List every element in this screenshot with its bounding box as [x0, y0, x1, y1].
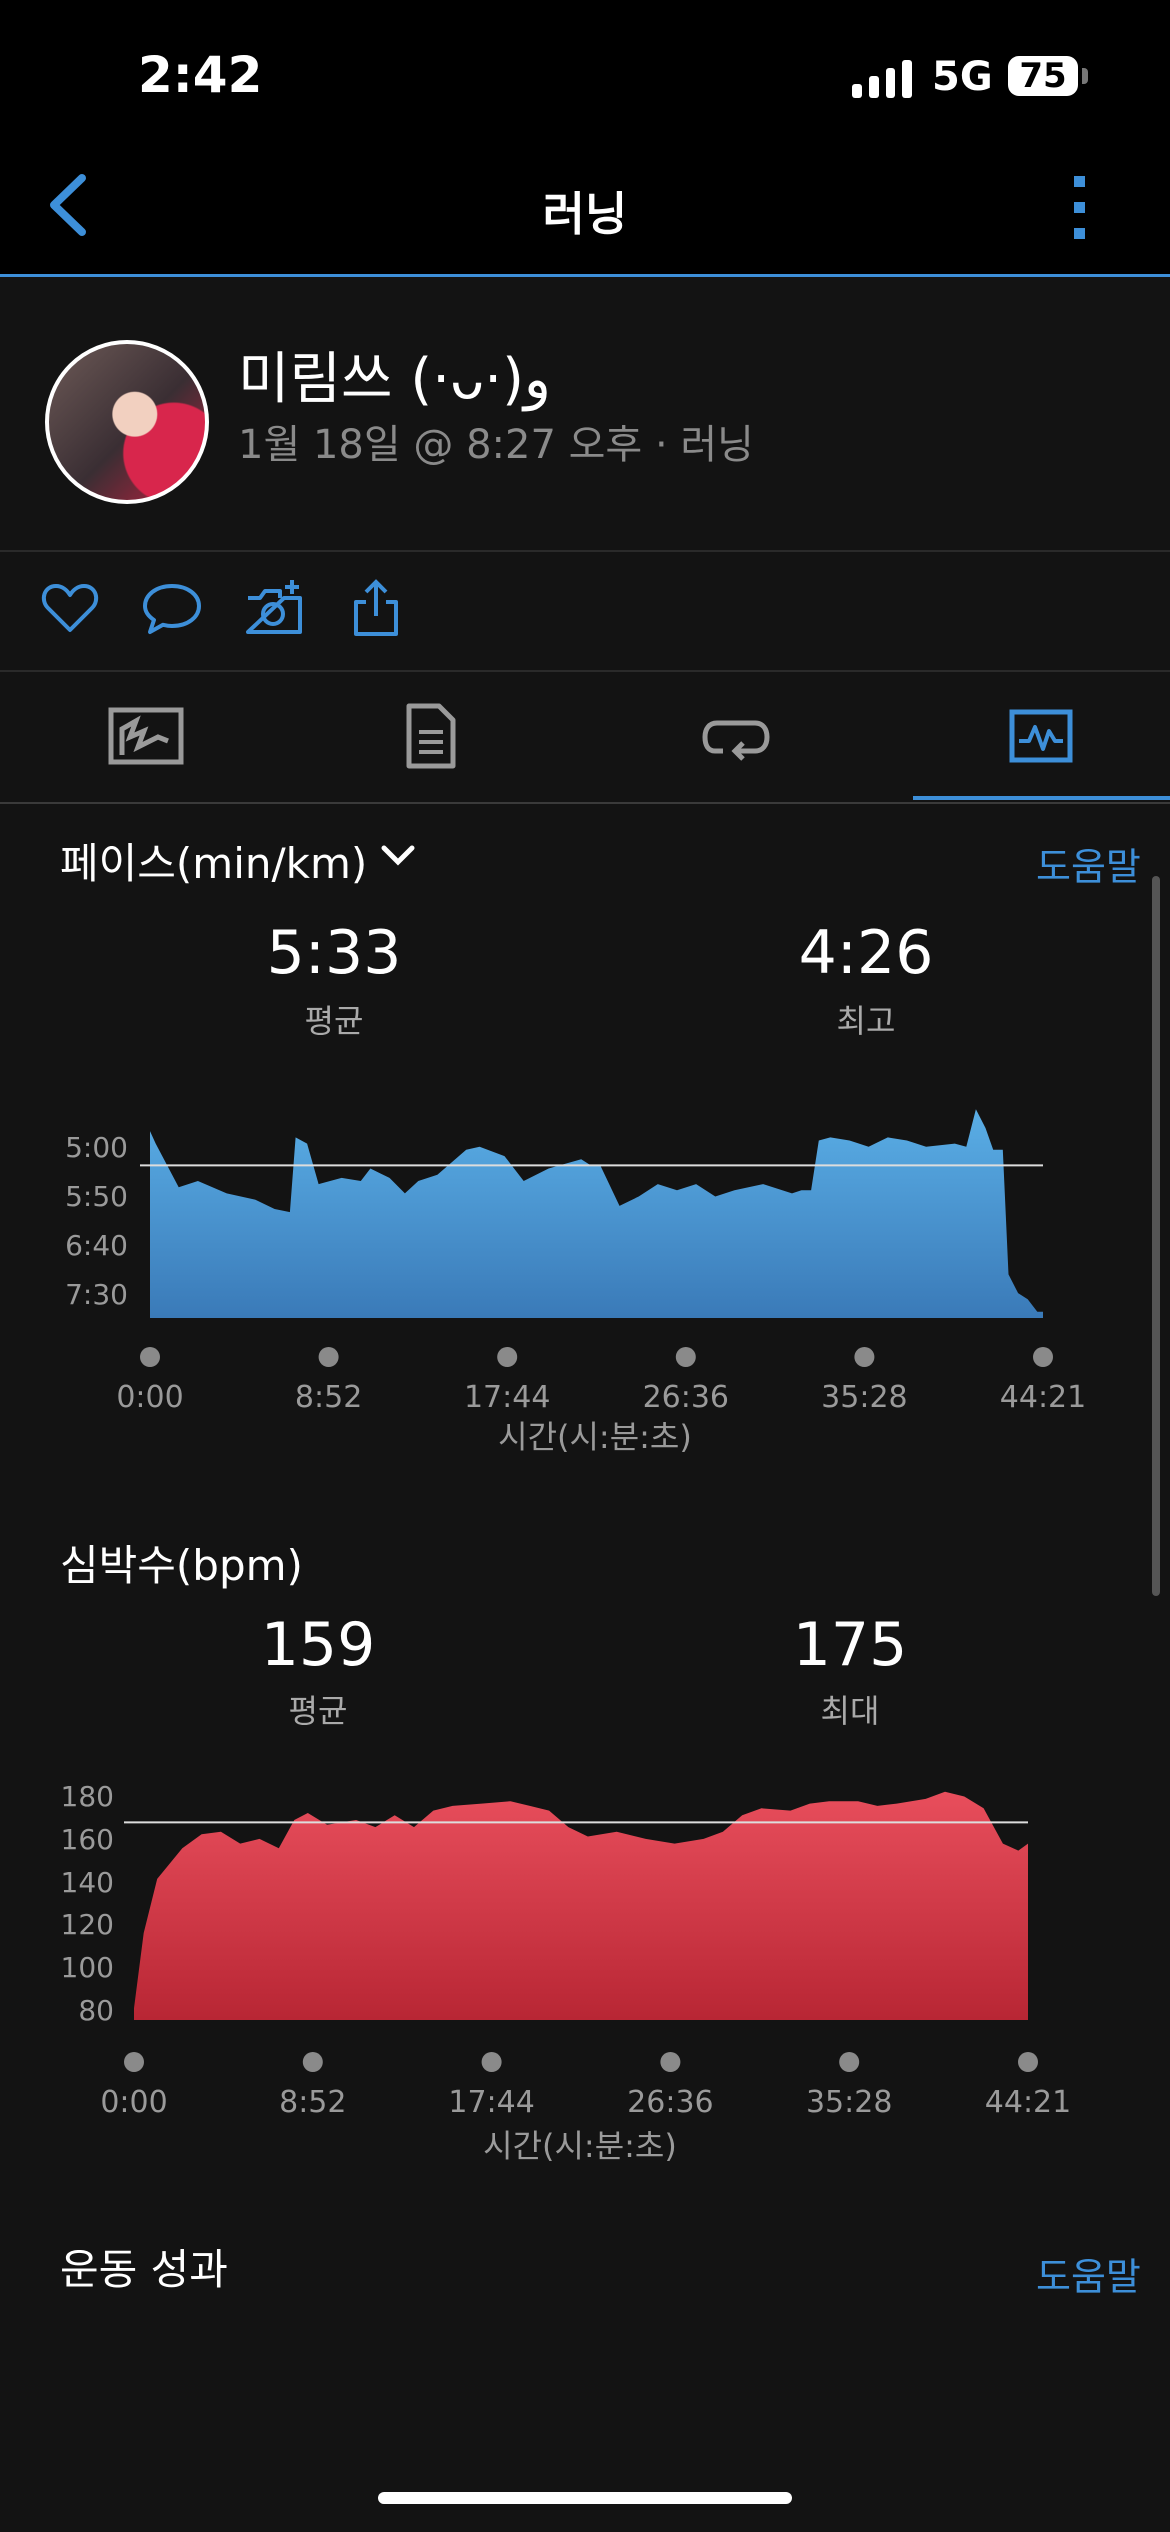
pace-title[interactable]: 페이스(min/km)	[60, 830, 367, 891]
charts-graph-icon	[1009, 709, 1073, 763]
hr-avg-label: 평균	[288, 1692, 348, 1730]
stats-document-icon	[406, 703, 456, 769]
hr-x-tick-dot	[1018, 2052, 1038, 2072]
status-time: 2:42	[138, 46, 263, 104]
hr-max-value: 175	[792, 1610, 908, 1680]
hr-x-axis-label: 시간(시:분:초)	[483, 2127, 677, 2165]
hr-max-label: 최대	[820, 1692, 880, 1730]
battery-tip	[1082, 68, 1088, 84]
pace-y-tick: 6:40	[65, 1229, 128, 1262]
course-map-icon	[108, 707, 184, 765]
pace-x-tick: 44:21	[1000, 1380, 1086, 1415]
home-indicator[interactable]	[378, 2492, 792, 2504]
pace-best-label: 최고	[836, 1002, 896, 1040]
scrollbar[interactable]	[1152, 876, 1160, 1596]
hr-x-tick-dot	[124, 2052, 144, 2072]
hr-x-tick: 0:00	[100, 2085, 167, 2120]
active-tab-indicator	[913, 796, 1170, 800]
pace-x-tick: 17:44	[464, 1380, 550, 1415]
performance-title: 운동 성과	[60, 2245, 228, 2294]
pace-y-tick: 7:30	[65, 1278, 128, 1311]
network-label: 5G	[932, 54, 993, 100]
hr-x-tick: 44:21	[985, 2085, 1071, 2120]
hr-x-tick: 35:28	[806, 2085, 892, 2120]
hr-avg-value: 159	[260, 1610, 376, 1680]
pace-x-tick-dot	[854, 1347, 875, 1367]
pace-x-tick-dot	[675, 1347, 696, 1367]
tab-stats[interactable]	[285, 670, 577, 802]
tab-charts[interactable]	[895, 670, 1170, 802]
page-title: 러닝	[542, 187, 628, 241]
share-icon[interactable]	[346, 578, 406, 638]
pace-x-tick-dot	[140, 1347, 160, 1367]
add-photo-camera-icon[interactable]	[244, 578, 304, 638]
performance-help-link[interactable]: 도움말	[1036, 2246, 1141, 2301]
pace-x-tick: 8:52	[295, 1380, 362, 1415]
pace-x-tick: 35:28	[821, 1380, 907, 1415]
hr-x-tick: 17:44	[448, 2085, 534, 2120]
pace-best-value: 4:26	[798, 918, 934, 988]
hr-y-tick: 80	[78, 1994, 114, 2027]
pace-x-tick-dot	[497, 1347, 518, 1367]
hr-x-tick-dot	[660, 2052, 681, 2072]
pace-y-tick: 5:50	[65, 1180, 128, 1213]
hr-x-tick: 8:52	[279, 2085, 346, 2120]
pace-x-axis-label: 시간(시:분:초)	[498, 1418, 692, 1456]
pace-avg-value: 5:33	[266, 918, 402, 988]
hr-x-tick: 26:36	[627, 2085, 713, 2120]
hr-y-tick: 140	[61, 1866, 114, 1899]
hr-y-tick: 160	[61, 1823, 114, 1856]
heart-rate-chart[interactable]: 180 160 140 120 100 80 0:00 8:52 17:44 26:3…	[0, 1770, 1170, 2170]
pace-x-tick: 26:36	[643, 1380, 729, 1415]
hr-x-tick-dot	[481, 2052, 502, 2072]
more-options-icon[interactable]	[1062, 172, 1098, 244]
pace-x-tick-dot	[1033, 1347, 1053, 1367]
hr-x-tick-dot	[302, 2052, 323, 2072]
chevron-down-icon[interactable]	[378, 840, 418, 870]
pace-help-link[interactable]: 도움말	[1036, 836, 1141, 891]
pace-x-tick: 0:00	[116, 1380, 183, 1415]
pace-area-series	[150, 1109, 1043, 1318]
hr-area-series	[134, 1791, 1028, 2020]
tab-bar	[0, 670, 1170, 804]
pace-y-tick: 5:00	[65, 1131, 128, 1164]
laps-loop-icon	[702, 720, 770, 761]
pace-x-tick-dot	[318, 1347, 339, 1367]
like-heart-icon[interactable]	[40, 578, 100, 638]
user-name[interactable]: 미림쓰 (·ᴗ·)و	[238, 334, 551, 415]
comment-bubble-icon[interactable]	[142, 578, 202, 638]
hr-y-tick: 180	[61, 1780, 114, 1813]
cellular-signal-icon	[852, 56, 912, 98]
action-bar	[0, 552, 1170, 670]
avatar[interactable]	[45, 340, 209, 504]
hr-x-tick-dot	[839, 2052, 860, 2072]
tab-overview[interactable]	[0, 670, 292, 802]
hr-y-tick: 100	[61, 1951, 114, 1984]
battery-icon: 75	[1008, 56, 1078, 96]
heart-rate-title: 심박수(bpm)	[60, 1541, 303, 1590]
pace-avg-label: 평균	[304, 1002, 364, 1040]
tab-laps[interactable]	[590, 670, 882, 802]
hr-y-tick: 120	[61, 1908, 114, 1941]
pace-chart[interactable]: 5:00 5:50 6:40 7:30 0:00 8:52 17:44 26:36 35…	[0, 1100, 1170, 1460]
activity-meta: 1월 18일 @ 8:27 오후 · 러닝	[238, 422, 754, 468]
